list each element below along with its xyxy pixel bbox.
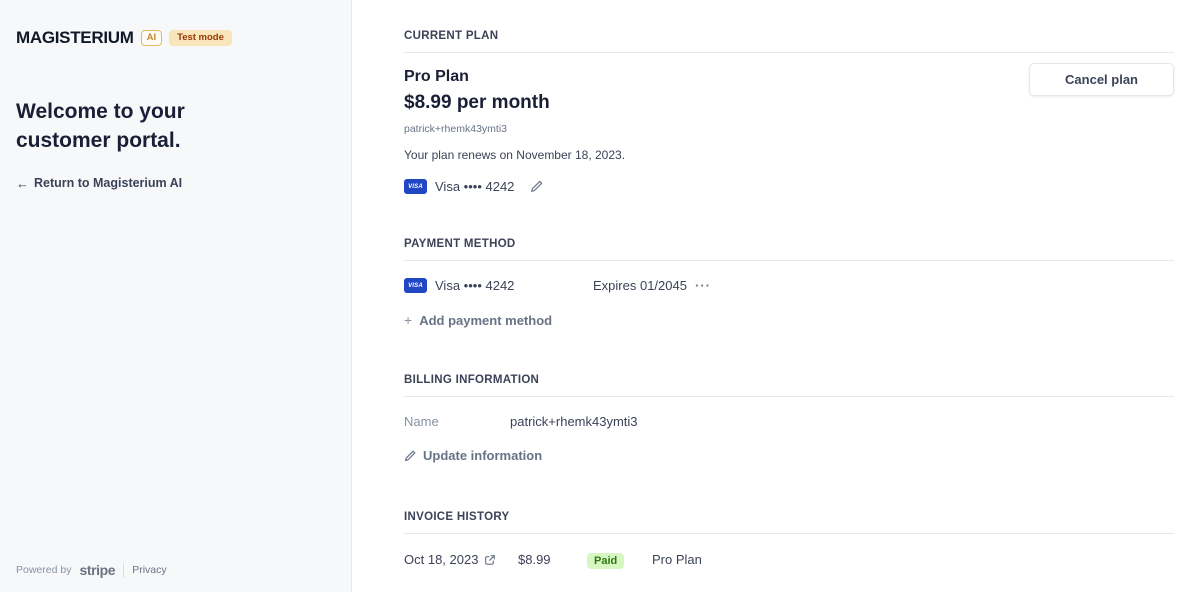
pencil-icon <box>404 450 416 462</box>
add-payment-method-label: Add payment method <box>419 313 552 328</box>
billing-name-row: Name patrick+rhemk43ymti3 <box>404 414 1174 429</box>
current-plan-section: CURRENT PLAN Pro Plan $8.99 per month pa… <box>404 30 1174 194</box>
sidebar: MAGISTERIUM AI Test mode Welcome to your… <box>0 0 352 592</box>
section-divider <box>404 396 1174 397</box>
brand-logo-text: MAGISTERIUM <box>16 28 134 48</box>
brand-logo: MAGISTERIUM AI Test mode <box>16 28 335 48</box>
cancel-plan-button[interactable]: Cancel plan <box>1029 63 1174 96</box>
invoice-plan-name: Pro Plan <box>652 552 702 567</box>
billing-name-label: Name <box>404 414 510 429</box>
plan-name: Pro Plan <box>404 68 625 86</box>
welcome-heading: Welcome to your customer portal. <box>16 98 206 156</box>
invoice-row: Oct 18, 2023 $8.99 Paid Pro Plan <box>404 551 1174 569</box>
visa-card-icon: VISA <box>404 179 427 194</box>
update-information-label: Update information <box>423 448 542 463</box>
return-link-label: Return to Magisterium AI <box>34 176 182 190</box>
section-divider <box>404 260 1174 261</box>
update-information-link[interactable]: Update information <box>404 448 542 463</box>
main-content: CURRENT PLAN Pro Plan $8.99 per month pa… <box>352 0 1200 592</box>
payment-method-row: VISA Visa •••• 4242 Expires 01/2045 ··· <box>404 278 1174 293</box>
pencil-icon <box>530 180 543 193</box>
invoice-date: Oct 18, 2023 <box>404 552 478 567</box>
billing-information-title: BILLING INFORMATION <box>404 374 1174 386</box>
section-divider <box>404 533 1174 534</box>
current-plan-title: CURRENT PLAN <box>404 30 1174 42</box>
add-payment-method-link[interactable]: + Add payment method <box>404 312 552 328</box>
test-mode-badge: Test mode <box>169 30 232 46</box>
invoice-date-link[interactable]: Oct 18, 2023 <box>404 552 518 567</box>
invoice-history-section: INVOICE HISTORY Oct 18, 2023 $8.99 Paid … <box>404 511 1174 569</box>
powered-by-label: Powered by <box>16 564 71 576</box>
payment-method-section: PAYMENT METHOD VISA Visa •••• 4242 Expir… <box>404 238 1174 330</box>
account-email: patrick+rhemk43ymti3 <box>404 123 625 135</box>
invoice-amount: $8.99 <box>518 552 587 567</box>
portal-footer: Powered by stripe Privacy <box>16 562 167 578</box>
plan-details: Pro Plan $8.99 per month patrick+rhemk43… <box>404 53 625 194</box>
visa-card-icon: VISA <box>404 278 427 293</box>
edit-card-button[interactable] <box>530 180 543 193</box>
plan-card-label: Visa •••• 4242 <box>435 179 514 194</box>
stripe-logo[interactable]: stripe <box>79 562 115 578</box>
payment-method-title: PAYMENT METHOD <box>404 238 1174 250</box>
back-arrow-icon: ← <box>16 176 29 191</box>
brand-ai-badge: AI <box>141 30 163 46</box>
plan-price: $8.99 per month <box>404 92 625 114</box>
billing-information-section: BILLING INFORMATION Name patrick+rhemk43… <box>404 374 1174 467</box>
card-overflow-menu-icon[interactable]: ··· <box>695 279 711 292</box>
invoice-status-badge: Paid <box>587 553 624 569</box>
external-link-icon <box>484 554 496 566</box>
privacy-link[interactable]: Privacy <box>132 564 166 576</box>
return-to-merchant-link[interactable]: ← Return to Magisterium AI <box>16 176 182 191</box>
payment-card-label: Visa •••• 4242 <box>435 278 514 293</box>
card-expiry: Expires 01/2045 <box>593 278 693 293</box>
plan-payment-card-row: VISA Visa •••• 4242 <box>404 179 625 194</box>
footer-divider <box>123 563 124 578</box>
plan-renewal-text: Your plan renews on November 18, 2023. <box>404 148 625 162</box>
billing-name-value: patrick+rhemk43ymti3 <box>510 414 638 429</box>
invoice-history-title: INVOICE HISTORY <box>404 511 1174 523</box>
plus-icon: + <box>404 312 412 328</box>
